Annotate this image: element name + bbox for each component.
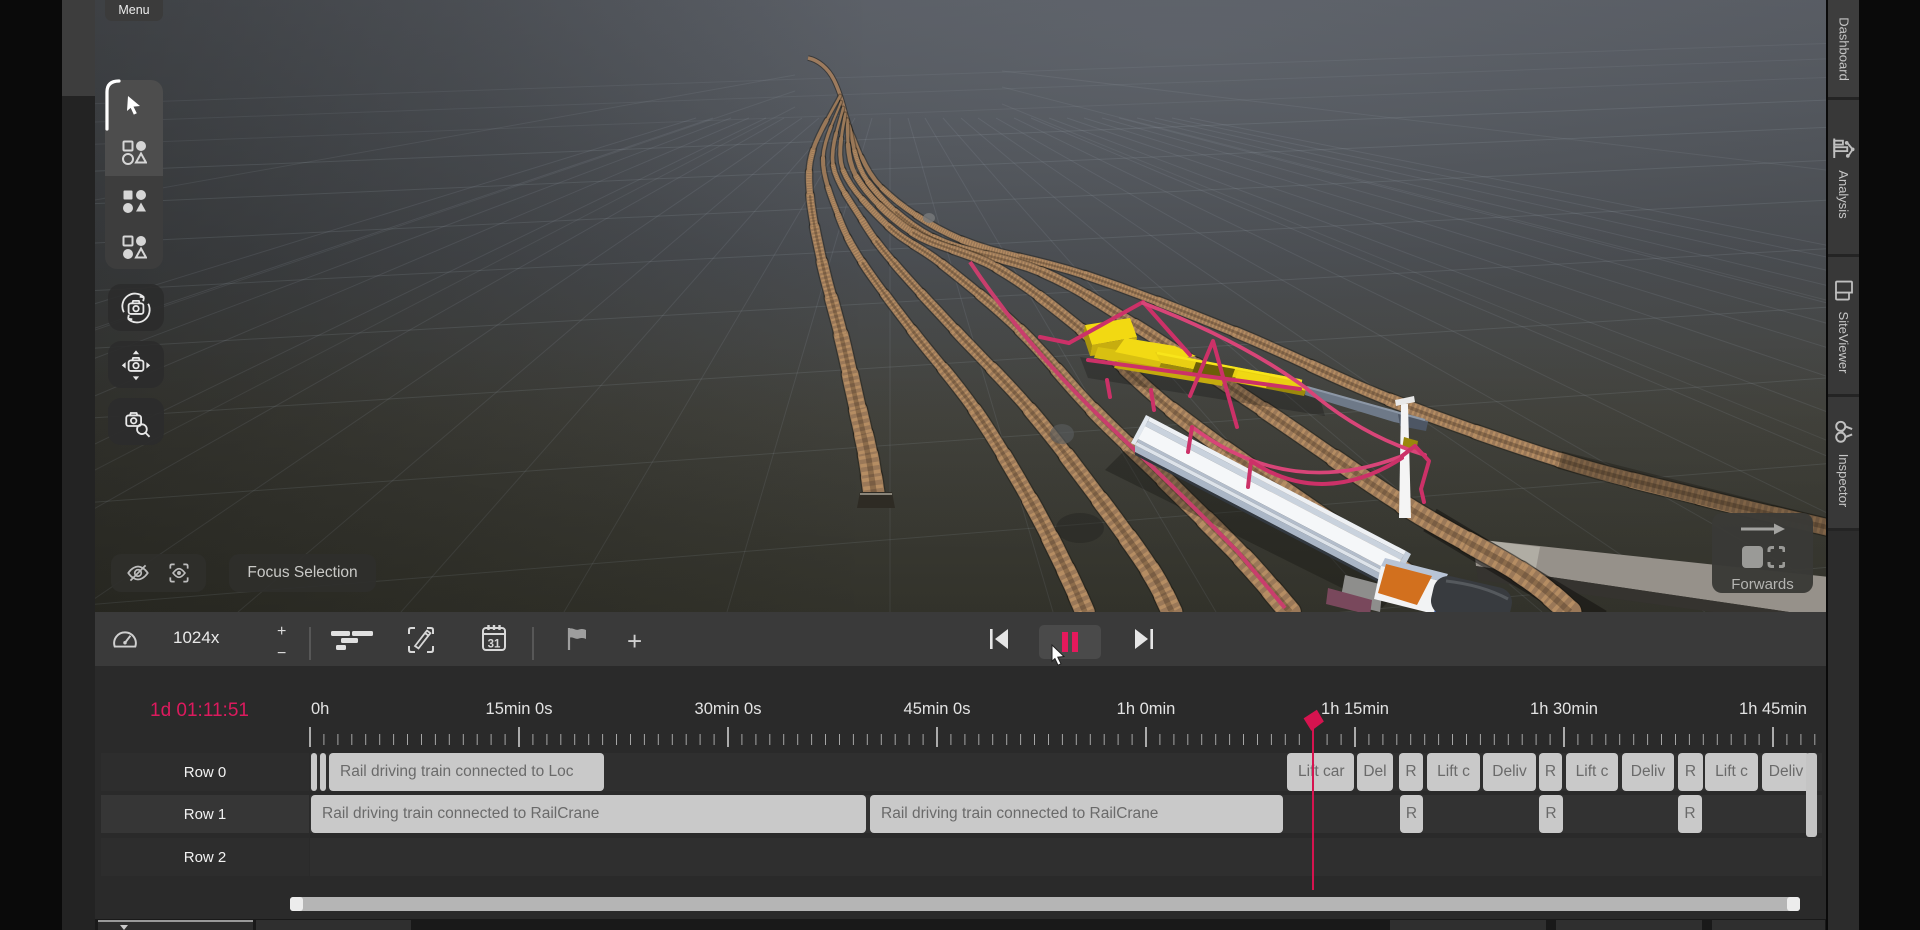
svg-text:31: 31 xyxy=(488,639,501,651)
